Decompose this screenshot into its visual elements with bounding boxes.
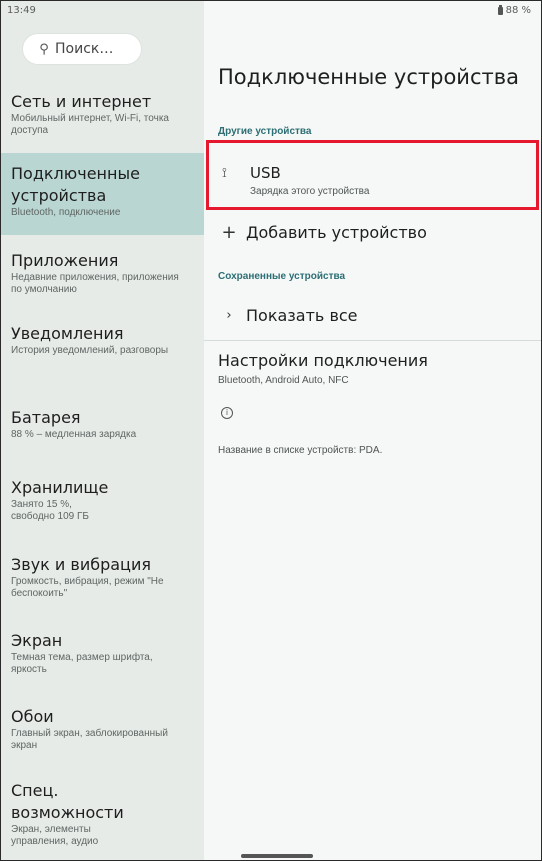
nav-item-title: Экран bbox=[11, 631, 63, 650]
search-icon: ⚲ bbox=[39, 41, 49, 57]
nav-item-title: Спец. возможности bbox=[11, 781, 124, 822]
search-bar[interactable]: ⚲ Поиск… bbox=[23, 34, 141, 64]
nav-item-subtitle: Недавние приложения, приложения по умолч… bbox=[11, 272, 179, 295]
battery-icon bbox=[497, 4, 503, 15]
show-all-button[interactable]: › Показать все bbox=[204, 301, 541, 329]
connection-settings-subtitle: Bluetooth, Android Auto, NFC bbox=[218, 375, 349, 386]
usb-highlight-box bbox=[206, 140, 539, 210]
nav-item-subtitle: Экран, элементы управления, аудио bbox=[11, 824, 99, 847]
section-other-devices: Другие устройства bbox=[218, 126, 312, 137]
nav-item-subtitle: Темная тема, размер шрифта, яркость bbox=[11, 652, 153, 675]
add-device-label: Добавить устройство bbox=[246, 222, 427, 242]
chevron-right-icon: › bbox=[226, 307, 232, 323]
nav-item-connected-devices[interactable]: Подключенные устройства Bluetooth, подкл… bbox=[1, 153, 204, 235]
add-device-button[interactable]: + Добавить устройство bbox=[204, 218, 541, 246]
nav-item-title: Хранилище bbox=[11, 478, 109, 497]
nav-item-accessibility[interactable]: Спец. возможности Экран, элементы управл… bbox=[1, 780, 204, 848]
nav-item-notifications[interactable]: Уведомления История уведомлений, разгово… bbox=[1, 323, 204, 357]
nav-item-title: Подключенные устройства bbox=[11, 164, 140, 205]
nav-item-title: Сеть и интернет bbox=[11, 92, 152, 111]
settings-window: 13:49 ⚲ Поиск… Сеть и интернет Мобильный… bbox=[0, 0, 542, 861]
nav-item-display[interactable]: Экран Темная тема, размер шрифта, яркост… bbox=[1, 630, 204, 676]
nav-item-subtitle: Bluetooth, подключение bbox=[11, 207, 121, 218]
section-saved-devices: Сохраненные устройства bbox=[218, 271, 346, 282]
connected-devices-pane: 88 % Подключенные устройства Другие устр… bbox=[204, 1, 541, 860]
nav-item-subtitle: История уведомлений, разговоры bbox=[11, 345, 169, 356]
show-all-label: Показать все bbox=[246, 305, 358, 325]
nav-item-title: Уведомления bbox=[11, 324, 124, 343]
nav-item-subtitle: Мобильный интернет, Wi-Fi, точка доступа bbox=[11, 113, 169, 136]
plus-icon: + bbox=[221, 221, 237, 243]
nav-item-subtitle: Громкость, вибрация, режим "Не беспокоит… bbox=[11, 576, 164, 599]
device-name-text: Название в списке устройств: PDA. bbox=[218, 445, 383, 456]
battery-indicator: 88 % bbox=[497, 4, 531, 16]
home-indicator[interactable] bbox=[241, 854, 313, 858]
nav-item-title: Приложения bbox=[11, 251, 119, 270]
nav-item-title: Звук и вибрация bbox=[11, 555, 151, 574]
divider bbox=[204, 340, 541, 341]
info-icon: i bbox=[221, 407, 233, 419]
battery-percent: 88 % bbox=[505, 5, 531, 16]
nav-item-storage[interactable]: Хранилище Занято 15 %, свободно 109 ГБ bbox=[1, 477, 204, 523]
search-label: Поиск… bbox=[55, 41, 114, 57]
nav-item-title: Обои bbox=[11, 707, 54, 726]
status-time: 13:49 bbox=[7, 5, 36, 16]
nav-item-apps[interactable]: Приложения Недавние приложения, приложен… bbox=[1, 250, 204, 296]
nav-item-subtitle: 88 % – медленная зарядка bbox=[11, 429, 137, 440]
status-bar-right: 88 % bbox=[204, 1, 541, 23]
nav-item-title: Батарея bbox=[11, 408, 81, 427]
settings-nav: 13:49 ⚲ Поиск… Сеть и интернет Мобильный… bbox=[1, 1, 204, 860]
connection-settings-title: Настройки подключения bbox=[218, 351, 428, 370]
nav-item-sound[interactable]: Звук и вибрация Громкость, вибрация, реж… bbox=[1, 554, 204, 600]
nav-item-subtitle: Занято 15 %, свободно 109 ГБ bbox=[11, 499, 89, 522]
nav-item-battery[interactable]: Батарея 88 % – медленная зарядка bbox=[1, 407, 204, 441]
nav-item-wallpaper[interactable]: Обои Главный экран, заблокированный экра… bbox=[1, 706, 204, 752]
page-title: Подключенные устройства bbox=[218, 65, 519, 89]
nav-item-subtitle: Главный экран, заблокированный экран bbox=[11, 728, 168, 751]
nav-item-network[interactable]: Сеть и интернет Мобильный интернет, Wi-F… bbox=[1, 91, 204, 137]
